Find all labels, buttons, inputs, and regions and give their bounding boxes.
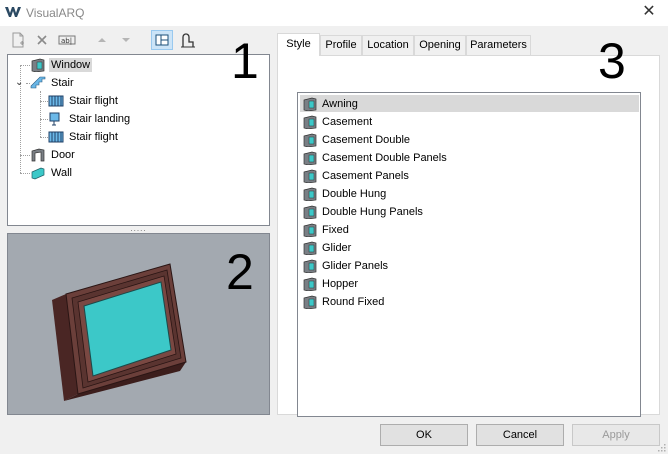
stair-icon	[30, 76, 46, 89]
ok-button[interactable]: OK	[380, 424, 468, 446]
style-list-item[interactable]: Casement	[300, 113, 639, 130]
close-button[interactable]: ✕	[640, 3, 658, 21]
window-icon	[31, 58, 45, 72]
tree-item-label: Stair	[51, 77, 74, 89]
rename-icon: ab|	[58, 35, 76, 45]
tree-item-label: Stair flight	[69, 95, 118, 107]
style-list-item-label: Casement Double	[322, 133, 411, 146]
tab-style[interactable]: Style	[277, 33, 320, 56]
door-icon	[31, 148, 45, 162]
style-list-item-label: Glider	[322, 241, 352, 254]
tab-profile[interactable]: Profile	[320, 35, 362, 55]
move-down-icon	[122, 38, 130, 42]
window-style-icon	[303, 115, 317, 129]
window-style-icon	[303, 151, 317, 165]
style-list-item[interactable]: Casement Double	[300, 131, 639, 148]
style-list-item[interactable]: Glider Panels	[300, 257, 639, 274]
style-list-item[interactable]: Awning	[300, 95, 639, 112]
style-list-item[interactable]: Casement Double Panels	[300, 149, 639, 166]
window-title: VisualARQ	[26, 6, 85, 20]
stair-landing-icon	[49, 112, 60, 126]
style-list-item[interactable]: Fixed	[300, 221, 639, 238]
window-style-icon	[303, 97, 317, 111]
tree-item-label: Door	[51, 149, 75, 161]
move-up-icon	[98, 38, 106, 42]
style-list[interactable]: Awning Casement Casement Double Casement Do…	[297, 92, 641, 417]
style-list-item-label: Casement	[322, 115, 373, 128]
tree-item-wall[interactable]: Wall	[30, 165, 74, 181]
style-list-item-label: Round Fixed	[322, 295, 385, 308]
window-style-icon	[303, 133, 317, 147]
style-list-item-label: Glider Panels	[322, 259, 389, 272]
window-style-icon	[303, 187, 317, 201]
tree-view-icon	[155, 34, 169, 46]
tree-item-label: Wall	[51, 167, 72, 179]
tab-parameters[interactable]: Parameters	[466, 35, 531, 55]
callout-number-1: 1	[231, 33, 259, 89]
tree-item-label: Stair flight	[69, 131, 118, 143]
delete-icon	[37, 35, 47, 45]
window-style-icon	[303, 169, 317, 183]
visualarq-logo-icon	[5, 7, 21, 17]
tab-opening[interactable]: Opening	[414, 35, 466, 55]
tree-item-stair[interactable]: Stair	[30, 75, 76, 91]
window-style-icon	[303, 277, 317, 291]
stair-expander-icon[interactable]: ⌄	[15, 77, 23, 88]
window-style-icon	[303, 205, 317, 219]
hierarchy-button[interactable]	[178, 30, 198, 50]
tree-item-window[interactable]: Window	[30, 57, 93, 73]
window-style-icon	[303, 259, 317, 273]
hierarchy-icon	[181, 33, 195, 48]
style-list-item-label: Double Hung	[322, 187, 387, 200]
style-list-item-label: Awning	[322, 97, 358, 110]
cancel-button[interactable]: Cancel	[476, 424, 564, 446]
window-style-icon	[303, 223, 317, 237]
style-list-item[interactable]: Hopper	[300, 275, 639, 292]
style-list-item-label: Casement Double Panels	[322, 151, 447, 164]
style-list-item-label: Hopper	[322, 277, 359, 290]
properties-tabs: Style Profile Location Opening Parameter…	[277, 33, 660, 417]
stair-flight-icon	[48, 131, 64, 143]
tree-item-stair-flight[interactable]: Stair flight	[48, 129, 120, 145]
style-list-item[interactable]: Double Hung	[300, 185, 639, 202]
window-style-icon	[303, 295, 317, 309]
style-list-item[interactable]: Round Fixed	[300, 293, 639, 310]
tree-item-stair-flight[interactable]: Stair flight	[48, 93, 120, 109]
wall-icon	[31, 167, 45, 180]
style-list-item-label: Fixed	[322, 223, 349, 236]
callout-number-2: 2	[226, 244, 254, 300]
tree-item-stair-landing[interactable]: Stair landing	[48, 111, 132, 127]
tree-item-label: Stair landing	[69, 113, 131, 125]
new-page-icon	[12, 32, 24, 48]
rename-button[interactable]: ab|	[56, 30, 78, 50]
style-list-item[interactable]: Glider	[300, 239, 639, 256]
resize-grip-icon[interactable]	[656, 442, 666, 452]
delete-button[interactable]	[32, 30, 52, 50]
panel-splitter[interactable]: .....	[7, 225, 270, 233]
style-list-item-label: Double Hung Panels	[322, 205, 423, 218]
tree-view-button[interactable]	[151, 30, 173, 50]
move-up-button[interactable]	[92, 30, 112, 50]
title-bar: VisualARQ ✕	[0, 0, 668, 26]
callout-number-3: 3	[598, 33, 626, 89]
window-style-icon	[303, 241, 317, 255]
style-tab-content: Awning Casement Casement Double Casement Do…	[277, 55, 660, 417]
tree-item-label: Window	[49, 58, 93, 72]
style-list-item[interactable]: Casement Panels	[300, 167, 639, 184]
svg-text:ab|: ab|	[61, 37, 72, 45]
toolbar: ab|	[8, 30, 268, 52]
style-list-item-label: Casement Panels	[322, 169, 409, 182]
apply-button[interactable]: Apply	[572, 424, 660, 446]
move-down-button[interactable]	[116, 30, 136, 50]
style-list-item[interactable]: Double Hung Panels	[300, 203, 639, 220]
new-style-button[interactable]	[8, 30, 28, 50]
tab-location[interactable]: Location	[362, 35, 414, 55]
tree-item-door[interactable]: Door	[30, 147, 77, 163]
stair-flight-icon	[48, 95, 64, 107]
